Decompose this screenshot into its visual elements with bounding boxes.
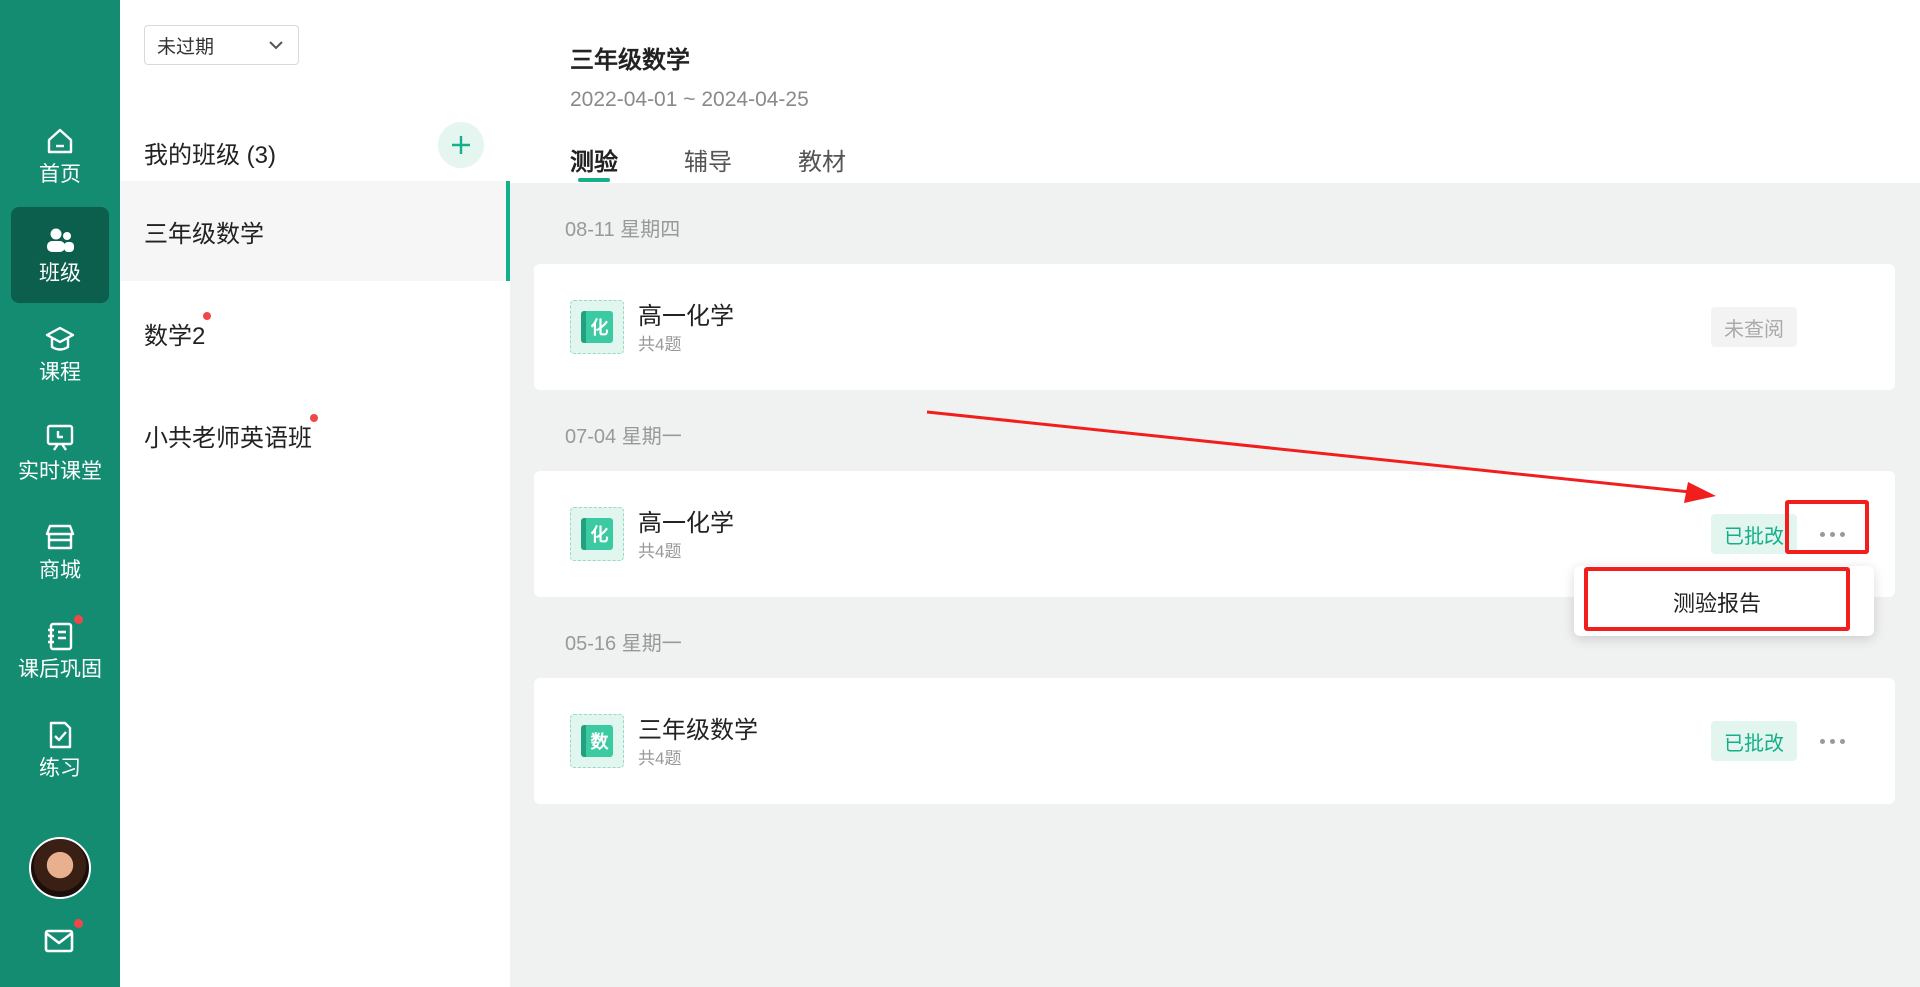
user-avatar[interactable] [29,837,91,899]
quiz-title: 三年级数学 [638,717,758,744]
class-name: 数学2 [144,322,206,350]
chemistry-book-icon: 化 [570,300,624,354]
course-header: 三年级数学 2022-04-01 ~ 2024-04-25 测验 辅导 教材 [510,0,1920,183]
class-name: 小共老师英语班 [144,424,312,452]
quiz-title: 高一化学 [638,303,734,330]
course-title: 三年级数学 [570,47,690,74]
mail-icon[interactable] [40,924,80,958]
class-item[interactable]: 数学2 [120,283,510,383]
more-dot [1839,738,1845,744]
users-icon [47,228,74,252]
nav-label-home: 首页 [39,163,81,186]
store-icon [45,524,75,550]
tab-active-indicator [578,178,610,182]
subject-char: 化 [581,311,613,343]
main-nav: 首页 班级 课程 实时课堂 商城 课后巩固 练习 [0,0,120,987]
notebook-icon [48,622,73,651]
more-dot [1829,738,1835,744]
annotation-box-report [1584,567,1850,631]
tab-textbook[interactable]: 教材 [798,142,846,177]
nav-label-store: 商城 [39,559,81,582]
graduation-cap-icon [45,326,75,351]
status-badge: 未查阅 [1711,307,1797,347]
nav-label-homework: 课后巩固 [18,658,102,681]
quiz-title: 高一化学 [638,510,734,537]
quiz-count: 共4题 [638,749,682,768]
class-panel: 未过期 我的班级 (3) 三年级数学 数学2 小共老师英语班 [120,0,510,987]
status-badge: 已批改 [1711,721,1797,761]
class-name: 三年级数学 [144,220,264,248]
quiz-count: 共4题 [638,542,682,561]
nav-item-practice[interactable]: 练习 [11,702,109,798]
nav-item-home[interactable]: 首页 [11,108,109,204]
chevron-down-icon [269,41,283,50]
practice-icon [49,721,72,749]
nav-item-store[interactable]: 商城 [11,504,109,600]
home-icon [47,128,73,154]
date-label: 08-11 星期四 [565,219,681,241]
nav-label-class: 班级 [39,262,81,285]
class-notification-dot [310,413,318,422]
tab-quiz[interactable]: 测验 [570,142,618,177]
course-date-range: 2022-04-01 ~ 2024-04-25 [570,88,809,111]
add-class-button[interactable] [438,122,484,168]
more-options-button[interactable] [1811,726,1853,756]
class-item[interactable]: 三年级数学 [120,181,510,281]
annotation-box-more [1785,500,1869,554]
date-label: 07-04 星期一 [565,426,682,448]
nav-item-class[interactable]: 班级 [11,207,109,303]
nav-label-live: 实时课堂 [18,460,102,483]
tab-tutoring[interactable]: 辅导 [684,142,732,177]
quiz-card[interactable]: 化 高一化学 共4题 未查阅 [534,264,1895,390]
live-class-icon [46,424,74,451]
math-book-icon: 数 [570,714,624,768]
nav-label-course: 课程 [39,361,81,384]
nav-item-live[interactable]: 实时课堂 [11,405,109,501]
more-dot [1819,738,1825,744]
status-filter-select[interactable]: 未过期 [144,25,299,65]
subject-char: 数 [581,725,613,757]
plus-icon [452,136,470,154]
nav-label-practice: 练习 [39,757,81,780]
date-label: 05-16 星期一 [565,633,682,655]
class-name-wrap: 小共老师英语班 [144,413,318,453]
nav-item-course[interactable]: 课程 [11,306,109,402]
subject-char: 化 [581,518,613,550]
quiz-count: 共4题 [638,335,682,354]
nav-item-homework[interactable]: 课后巩固 [11,603,109,699]
class-item[interactable]: 小共老师英语班 [120,385,510,485]
mail-notification-dot [74,919,83,928]
quiz-card[interactable]: 数 三年级数学 共4题 已批改 [534,678,1895,804]
homework-notification-dot [74,615,83,624]
my-classes-title: 我的班级 (3) [144,142,276,169]
chemistry-book-icon: 化 [570,507,624,561]
class-name-wrap: 数学2 [144,311,212,351]
class-notification-dot [203,311,212,320]
status-filter-value: 未过期 [157,36,215,58]
